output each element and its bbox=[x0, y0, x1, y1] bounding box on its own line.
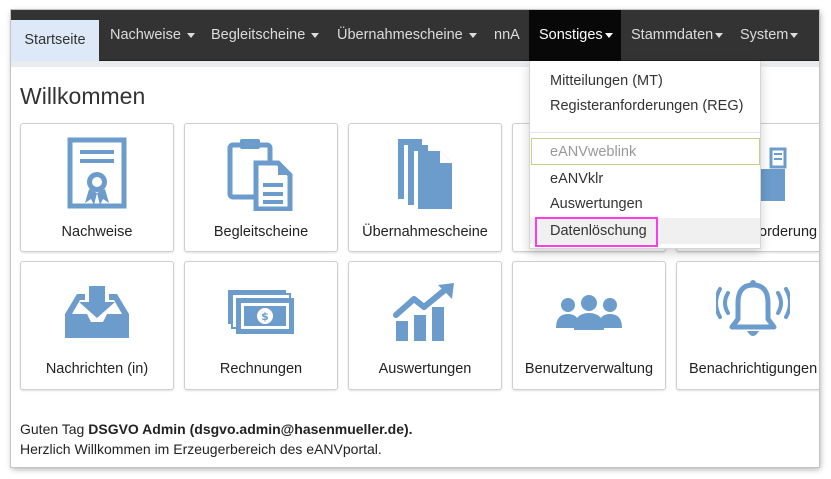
caret-down-icon bbox=[790, 32, 799, 38]
growth-chart-icon bbox=[349, 272, 501, 352]
tile-label: Begleitscheine bbox=[213, 224, 309, 240]
clipboard-doc-icon bbox=[185, 134, 337, 214]
sonstiges-dropdown-menu: Mitteilungen (MT) Registeranforderungen … bbox=[529, 61, 761, 249]
tile-label: Rechnungen bbox=[219, 361, 303, 377]
welcome-message: Herzlich Willkommen im Erzeugerbereich d… bbox=[20, 441, 382, 457]
nav-label: Nachweise bbox=[110, 27, 181, 43]
caret-down-icon bbox=[715, 32, 724, 38]
tile-rechnungen[interactable]: $ Rechnungen bbox=[184, 261, 338, 390]
tile-benutzerverwaltung[interactable]: Benutzerverwaltung bbox=[512, 261, 666, 390]
tile-label: Auswertungen bbox=[378, 361, 472, 377]
nav-stammdaten[interactable]: Stammdaten bbox=[631, 10, 724, 61]
greeting-prefix: Guten Tag bbox=[20, 421, 89, 437]
tile-auswertungen[interactable]: Auswertungen bbox=[348, 261, 502, 390]
tile-nachweise[interactable]: Nachweise bbox=[20, 123, 174, 252]
tile-label: Nachrichten (in) bbox=[45, 361, 149, 377]
nav-label: nnA bbox=[494, 27, 520, 43]
caret-down-icon bbox=[186, 32, 195, 38]
inbox-download-icon bbox=[21, 272, 173, 352]
nav-sonstiges[interactable]: Sonstiges bbox=[529, 10, 621, 61]
tile-label: Übernahmescheine bbox=[362, 224, 488, 240]
tile-nachrichten[interactable]: Nachrichten (in) bbox=[20, 261, 174, 390]
nav-label: System bbox=[740, 27, 789, 43]
menu-divider bbox=[530, 132, 760, 133]
tile-begleitscheine[interactable]: Begleitscheine bbox=[184, 123, 338, 252]
menu-item-auswertungen[interactable]: Auswertungen bbox=[530, 192, 760, 216]
banknotes-icon: $ bbox=[185, 272, 337, 352]
greeting-user: DSGVO Admin (dsgvo.admin@hasenmueller.de… bbox=[88, 421, 413, 437]
caret-down-icon bbox=[311, 32, 320, 38]
menu-item-registeranforderungen[interactable]: Registeranforderungen (REG) bbox=[530, 94, 760, 118]
nav-uebernahmescheine[interactable]: Übernahmescheine bbox=[337, 10, 477, 61]
users-icon bbox=[513, 272, 665, 352]
nav-label: Sonstiges bbox=[539, 27, 603, 43]
menu-item-eanvklr[interactable]: eANVklr bbox=[530, 167, 760, 191]
tile-label: Benachrichtigungen bbox=[689, 361, 818, 377]
caret-down-icon bbox=[468, 32, 477, 38]
page-title: Willkommen bbox=[20, 83, 146, 109]
menu-item-mitteilungen[interactable]: Mitteilungen (MT) bbox=[530, 69, 760, 93]
nav-label: Begleitscheine bbox=[211, 27, 306, 43]
nav-begleitscheine[interactable]: Begleitscheine bbox=[211, 10, 320, 61]
nav-startseite[interactable]: Startseite bbox=[11, 20, 99, 61]
nav-label: Stammdaten bbox=[631, 27, 714, 43]
certificate-icon bbox=[21, 134, 173, 214]
nav-nachweise[interactable]: Nachweise bbox=[110, 10, 195, 61]
menu-header-eanvweblink[interactable]: eANVweblink bbox=[530, 140, 760, 164]
app-window: Startseite Nachweise Begleitscheine Über… bbox=[11, 10, 819, 467]
tile-benachrichtigungen[interactable]: Benachrichtigungen bbox=[676, 261, 819, 390]
greeting-text: Guten Tag DSGVO Admin (dsgvo.admin@hasen… bbox=[20, 421, 413, 437]
highlight-annotation bbox=[535, 217, 658, 247]
caret-down-icon bbox=[604, 32, 613, 38]
nav-system[interactable]: System bbox=[740, 10, 799, 61]
bell-icon bbox=[677, 272, 819, 352]
nav-label: Übernahmescheine bbox=[337, 27, 463, 43]
nav-nna[interactable]: nnA bbox=[494, 10, 520, 61]
stacked-docs-icon bbox=[349, 134, 501, 214]
tile-label: Nachweise bbox=[61, 224, 133, 240]
nav-label: Startseite bbox=[24, 32, 86, 48]
tile-uebernahmescheine[interactable]: Übernahmescheine bbox=[348, 123, 502, 252]
svg-text:$: $ bbox=[261, 310, 269, 323]
tile-label: Benutzerverwaltung bbox=[524, 361, 654, 377]
top-navbar: Startseite Nachweise Begleitscheine Über… bbox=[11, 10, 819, 61]
